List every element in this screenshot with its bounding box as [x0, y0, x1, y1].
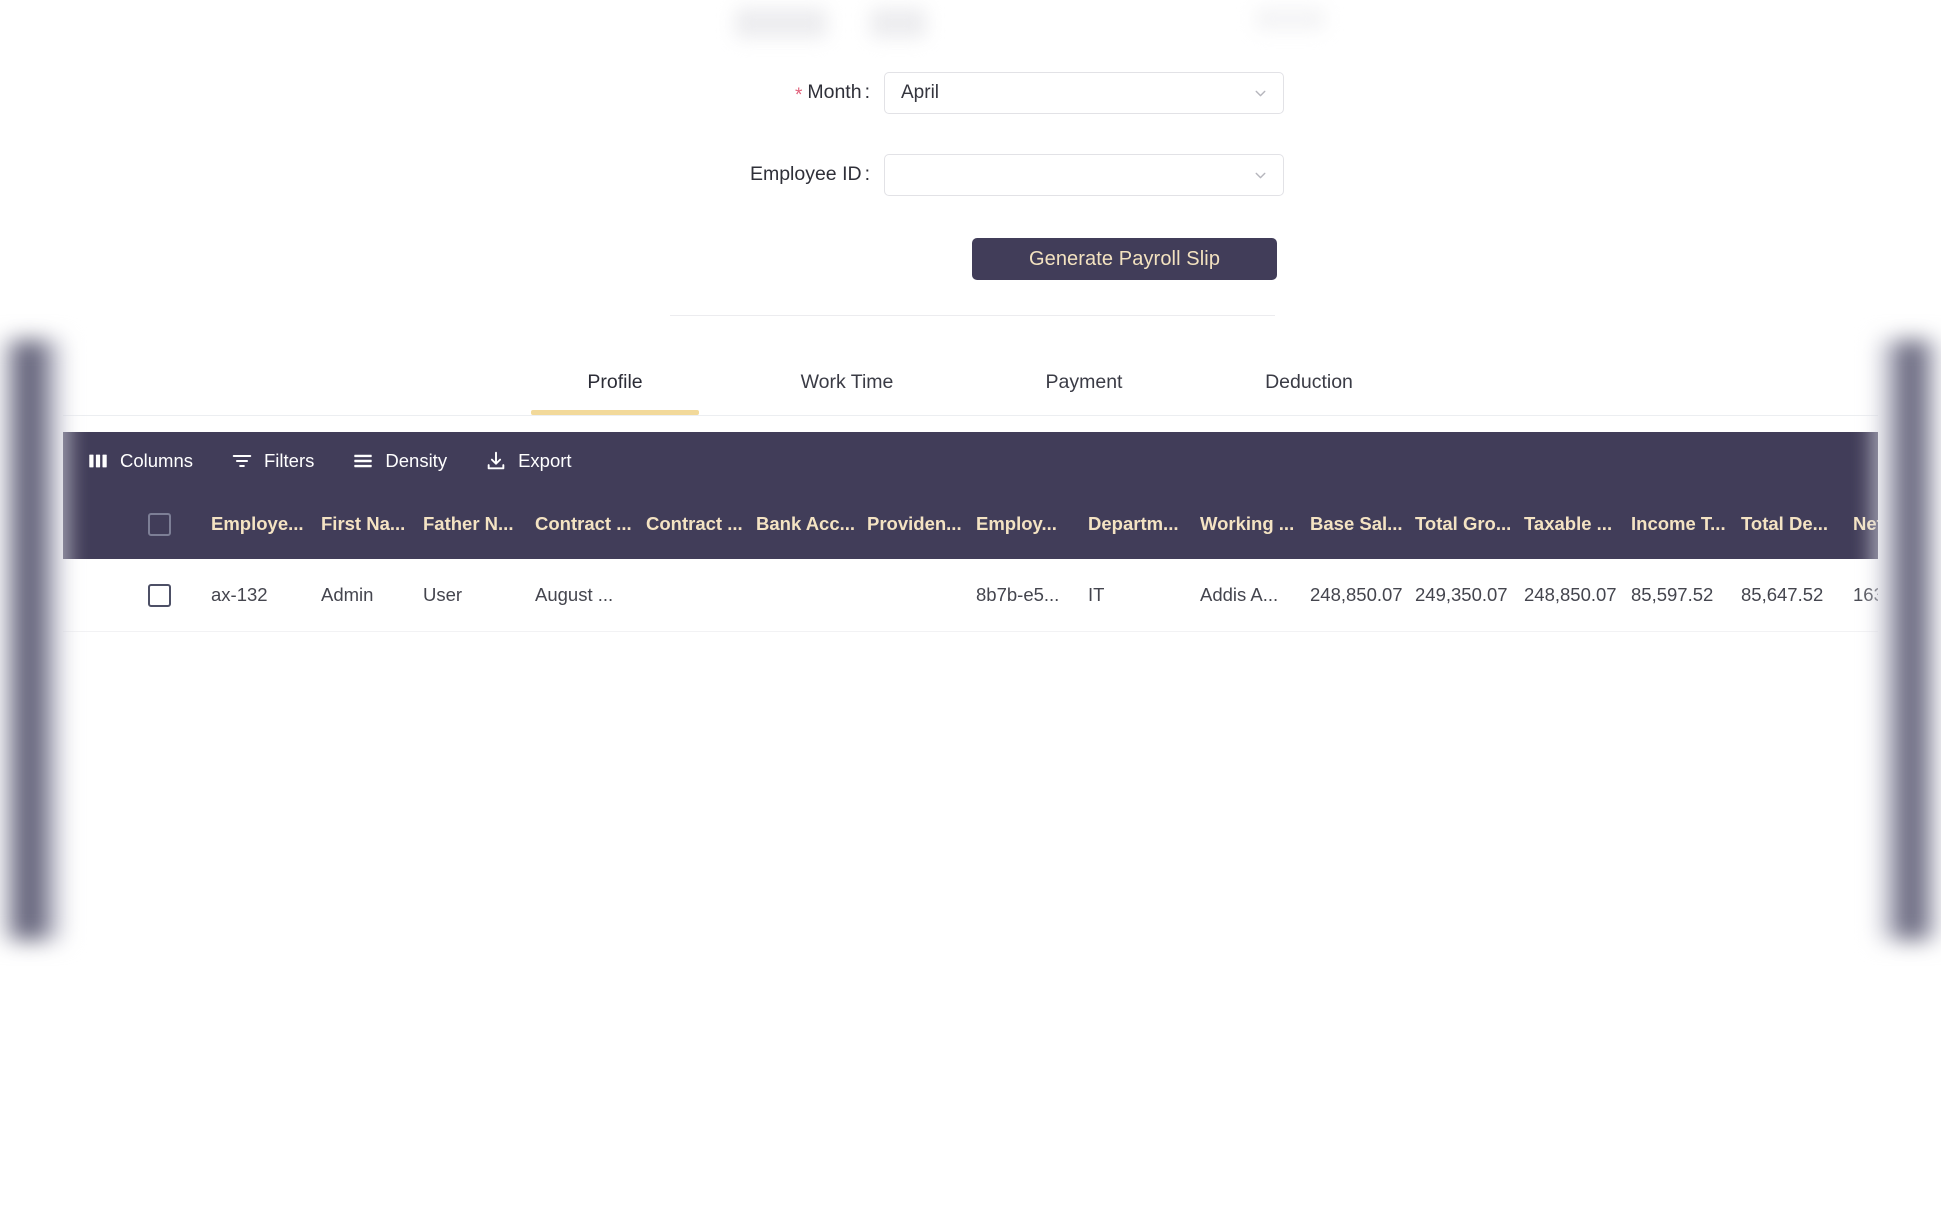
toolbar-button-label: Export: [518, 449, 572, 471]
grid-toolbar: Columns Filters Density Export: [63, 432, 1878, 489]
table-row[interactable]: ax-132 Admin User August ... 8b7b-e5... IT Add…: [63, 559, 1878, 632]
tab-label: Work Time: [800, 371, 894, 393]
column-header[interactable]: Contract ...: [646, 489, 756, 559]
column-header[interactable]: Base Sal...: [1310, 489, 1410, 559]
tab-label: Payment: [1045, 371, 1123, 393]
columns-button[interactable]: Columns: [75, 444, 205, 478]
table-cell: 248,850.07: [1310, 584, 1403, 605]
month-field-row: * Month: April: [640, 72, 1284, 114]
column-header[interactable]: Working ...: [1200, 489, 1308, 559]
chevron-down-icon: [1255, 172, 1266, 178]
filter-icon: [232, 454, 252, 467]
table-cell: ax-132: [211, 584, 268, 605]
table-cell: 249,350.07: [1415, 584, 1508, 605]
form-divider: [670, 315, 1275, 316]
table-cell: Addis A...: [1200, 584, 1279, 605]
select-all-cell[interactable]: [141, 489, 177, 559]
tab-active-underline: [531, 410, 699, 415]
export-button[interactable]: Export: [473, 444, 583, 478]
chevron-down-icon: [1255, 90, 1266, 96]
column-header[interactable]: Departm...: [1088, 489, 1194, 559]
table-cell: 85,647.52: [1741, 584, 1824, 605]
select-all-checkbox[interactable]: [147, 512, 171, 536]
column-header[interactable]: Bank Acc...: [756, 489, 866, 559]
tab-bar: Profile Work Time Payment Deduction: [63, 357, 1878, 416]
column-header[interactable]: First Na...: [321, 489, 421, 559]
column-header[interactable]: Providen...: [867, 489, 977, 559]
generate-payroll-slip-button[interactable]: Generate Payroll Slip: [972, 238, 1277, 280]
column-header[interactable]: Employ...: [976, 489, 1080, 559]
density-icon: [354, 454, 373, 467]
table-cell: 248,850.07: [1524, 584, 1617, 605]
table-cell: Admin: [321, 584, 374, 605]
column-header[interactable]: Taxable ...: [1524, 489, 1624, 559]
table-cell: August ...: [535, 584, 614, 605]
month-select-value: April: [901, 82, 940, 103]
column-header[interactable]: Father N...: [423, 489, 527, 559]
row-select-cell[interactable]: [141, 559, 177, 631]
month-select[interactable]: April: [884, 72, 1284, 114]
payroll-slip-form: * Month: April Employee ID: Generate Payr…: [0, 0, 1941, 316]
table-cell: [646, 559, 756, 631]
table-cell: 85,597.52: [1631, 584, 1714, 605]
table-cell: 8b7b-e5...: [976, 584, 1060, 605]
employee-id-label: Employee ID:: [640, 165, 884, 185]
column-header[interactable]: Contract ...: [535, 489, 645, 559]
grid-header-row: Employe... First Na... Father N... Contract…: [63, 489, 1878, 559]
table-cell: [867, 559, 977, 631]
tab-label: Deduction: [1265, 371, 1353, 393]
month-label: * Month:: [640, 81, 884, 107]
density-button[interactable]: Density: [340, 444, 459, 478]
table-cell: 163,702.55: [1853, 584, 1878, 605]
label-colon: :: [864, 81, 870, 104]
employee-id-select[interactable]: [884, 154, 1284, 196]
tab-deduction[interactable]: Deduction: [1225, 357, 1393, 415]
month-label-text: Month: [807, 81, 862, 104]
tab-label: Profile: [587, 371, 643, 393]
employee-id-field-row: Employee ID:: [640, 154, 1284, 196]
payroll-data-grid: Columns Filters Density Export Employe... Fi…: [63, 432, 1878, 1162]
tab-payment[interactable]: Payment: [1011, 357, 1157, 415]
column-header[interactable]: Employe...: [211, 489, 319, 559]
table-cell: User: [423, 584, 463, 605]
toolbar-button-label: Filters: [264, 449, 315, 471]
row-select-checkbox[interactable]: [147, 583, 171, 607]
grid-empty-space: [63, 632, 1878, 1152]
columns-icon: [89, 454, 107, 467]
table-cell: IT: [1088, 584, 1105, 605]
required-asterisk-icon: *: [794, 85, 803, 107]
table-cell: [756, 559, 866, 631]
column-header[interactable]: Income T...: [1631, 489, 1735, 559]
tab-profile[interactable]: Profile: [531, 357, 699, 415]
filters-button[interactable]: Filters: [219, 444, 326, 478]
export-icon: [487, 451, 505, 469]
employee-id-label-text: Employee ID: [749, 163, 862, 186]
column-header[interactable]: Total Gro...: [1415, 489, 1519, 559]
label-colon: :: [864, 163, 870, 186]
column-header[interactable]: Net Pay: [1853, 489, 1878, 559]
toolbar-button-label: Columns: [120, 449, 193, 471]
toolbar-button-label: Density: [385, 449, 448, 471]
column-header[interactable]: Total De...: [1741, 489, 1841, 559]
grid-header-block: Columns Filters Density Export Employe... Fi…: [63, 432, 1878, 559]
tab-work-time[interactable]: Work Time: [763, 357, 931, 415]
